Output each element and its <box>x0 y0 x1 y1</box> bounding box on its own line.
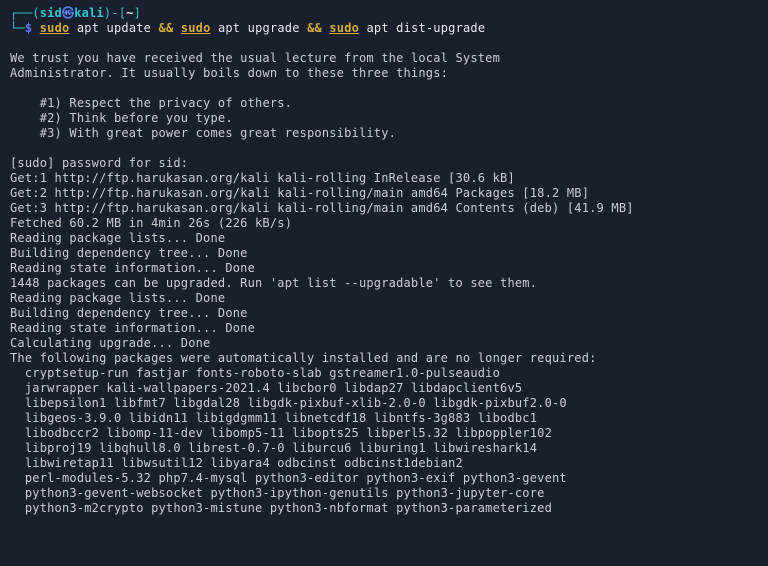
output-line: [sudo] password for sid: <box>10 156 188 170</box>
text: Reading package lists <box>10 231 166 245</box>
prompt-at: ㉿ <box>62 6 74 20</box>
output-line: Get:1 http://ftp.harukasan.org/kali kali… <box>10 171 515 185</box>
output-line: Reading state information... Done <box>10 321 255 335</box>
output-line: libodbccr2 libomp-11-dev libomp5-11 libo… <box>10 426 552 440</box>
cmd-sp-1 <box>173 21 180 35</box>
text: ... <box>151 336 173 350</box>
output-line: #3) With great power comes great respons… <box>10 126 396 140</box>
cmd-and-1: && <box>159 21 174 35</box>
text: Done <box>210 246 247 260</box>
text: ... <box>166 231 188 245</box>
prompt-dollar: $ <box>25 21 40 35</box>
output-line: Building dependency tree... Done <box>10 306 248 320</box>
text: Done <box>188 231 225 245</box>
text: Building dependency tree <box>10 306 188 320</box>
cmd-apt-upgrade: apt upgrade <box>211 21 308 35</box>
prompt-box-end: ] <box>134 6 141 20</box>
prompt-host: kali <box>74 6 104 20</box>
output-line: Building dependency tree... Done <box>10 246 248 260</box>
output-line: 1448 packages can be upgraded. Run 'apt … <box>10 276 537 290</box>
terminal-window[interactable]: ┌──(sid㉿kali)-[~] └─$ sudo apt update &&… <box>0 0 768 566</box>
output-line: The following packages were automaticall… <box>10 351 597 365</box>
text: Building dependency tree <box>10 246 188 260</box>
cmd-sudo-3: sudo <box>329 21 359 35</box>
output-line: #1) Respect the privacy of others. <box>10 96 292 110</box>
output-line: Reading state information... Done <box>10 261 255 275</box>
text: ... <box>166 291 188 305</box>
text: ... <box>196 261 218 275</box>
prompt-user: sid <box>40 6 62 20</box>
text: Calculating upgrade <box>10 336 151 350</box>
prompt-box-open: ┌──( <box>10 6 40 20</box>
prompt-line-2: └─$ sudo apt update && sudo apt upgrade … <box>10 21 485 35</box>
cmd-apt-distupgrade: apt dist-upgrade <box>359 21 485 35</box>
output-line: libwiretap11 libwsutil12 libyara4 odbcin… <box>10 456 463 470</box>
cmd-apt-update: apt update <box>69 21 158 35</box>
output-line: #2) Think before you type. <box>10 111 233 125</box>
text: Done <box>173 336 210 350</box>
output-line: python3-m2crypto python3-mistune python3… <box>10 501 552 515</box>
output-line: perl-modules-5.32 php7.4-mysql python3-e… <box>10 471 567 485</box>
text: Done <box>188 291 225 305</box>
output-line: Get:2 http://ftp.harukasan.org/kali kali… <box>10 186 589 200</box>
text: ... <box>188 306 210 320</box>
output-line: Reading package lists... Done <box>10 231 225 245</box>
text: Reading package lists <box>10 291 166 305</box>
text: Done <box>218 321 255 335</box>
output-line: Calculating upgrade... Done <box>10 336 210 350</box>
prompt-line-1: ┌──(sid㉿kali)-[~] <box>10 6 141 20</box>
output-line: Administrator. It usually boils down to … <box>10 66 448 80</box>
output-line: We trust you have received the usual lec… <box>10 51 500 65</box>
cmd-and-2: && <box>307 21 322 35</box>
text: Done <box>210 306 247 320</box>
output-line: libproj19 libqhull8.0 librest-0.7-0 libu… <box>10 441 537 455</box>
output-line: libgeos-3.9.0 libidn11 libigdgmm11 libne… <box>10 411 537 425</box>
text: Reading state information <box>10 321 196 335</box>
prompt-box-close: )-[ <box>104 6 126 20</box>
output-line: Fetched 60.2 MB in 4min 26s (226 kB/s) <box>10 216 292 230</box>
output-line: Reading package lists... Done <box>10 291 225 305</box>
output-line: cryptsetup-run fastjar fonts-roboto-slab… <box>10 366 500 380</box>
output-line: libepsilon1 libfmt7 libgdal28 libgdk-pix… <box>10 396 567 410</box>
prompt-cwd: ~ <box>126 6 133 20</box>
output-line: python3-gevent-websocket python3-ipython… <box>10 486 545 500</box>
output-line: Get:3 http://ftp.harukasan.org/kali kali… <box>10 201 634 215</box>
cmd-sudo-1: sudo <box>40 21 70 35</box>
cmd-sudo-2: sudo <box>181 21 211 35</box>
text: Reading state information <box>10 261 196 275</box>
output-line: jarwrapper kali-wallpapers-2021.4 libcbo… <box>10 381 522 395</box>
text: Done <box>218 261 255 275</box>
prompt-line2-prefix: └─ <box>10 21 25 35</box>
text: ... <box>188 246 210 260</box>
text: ... <box>196 321 218 335</box>
